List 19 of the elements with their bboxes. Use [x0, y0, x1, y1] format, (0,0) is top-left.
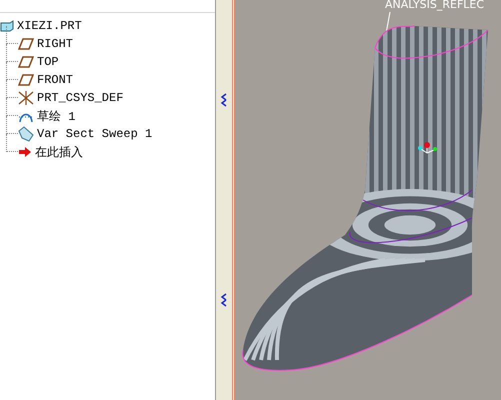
plane-icon	[18, 74, 34, 86]
arrow-icon	[18, 146, 32, 158]
tree-item[interactable]: 草绘 1	[37, 108, 76, 124]
tree-item[interactable]: FRONT	[37, 73, 74, 87]
tree-item[interactable]: Var Sect Sweep 1	[37, 127, 152, 141]
tree-item[interactable]: 在此插入	[35, 144, 83, 160]
plane-icon	[18, 56, 34, 68]
tree-item[interactable]: PRT_CSYS_DEF	[37, 91, 124, 105]
collapse-arrows-icon[interactable]	[220, 93, 228, 107]
coordinate-system-icon	[18, 90, 34, 106]
axis-triad-icon	[418, 142, 437, 154]
collapse-arrows-icon[interactable]	[220, 293, 228, 307]
sweep-icon	[18, 126, 34, 142]
tree-item[interactable]: TOP	[37, 55, 59, 69]
tree-item[interactable]: RIGHT	[37, 37, 74, 51]
cube-icon	[0, 20, 14, 32]
tree-item[interactable]: XIEZI.PRT	[17, 19, 82, 33]
plane-icon	[18, 38, 34, 50]
analysis-label: ANALYSIS_REFLEC	[385, 0, 484, 11]
